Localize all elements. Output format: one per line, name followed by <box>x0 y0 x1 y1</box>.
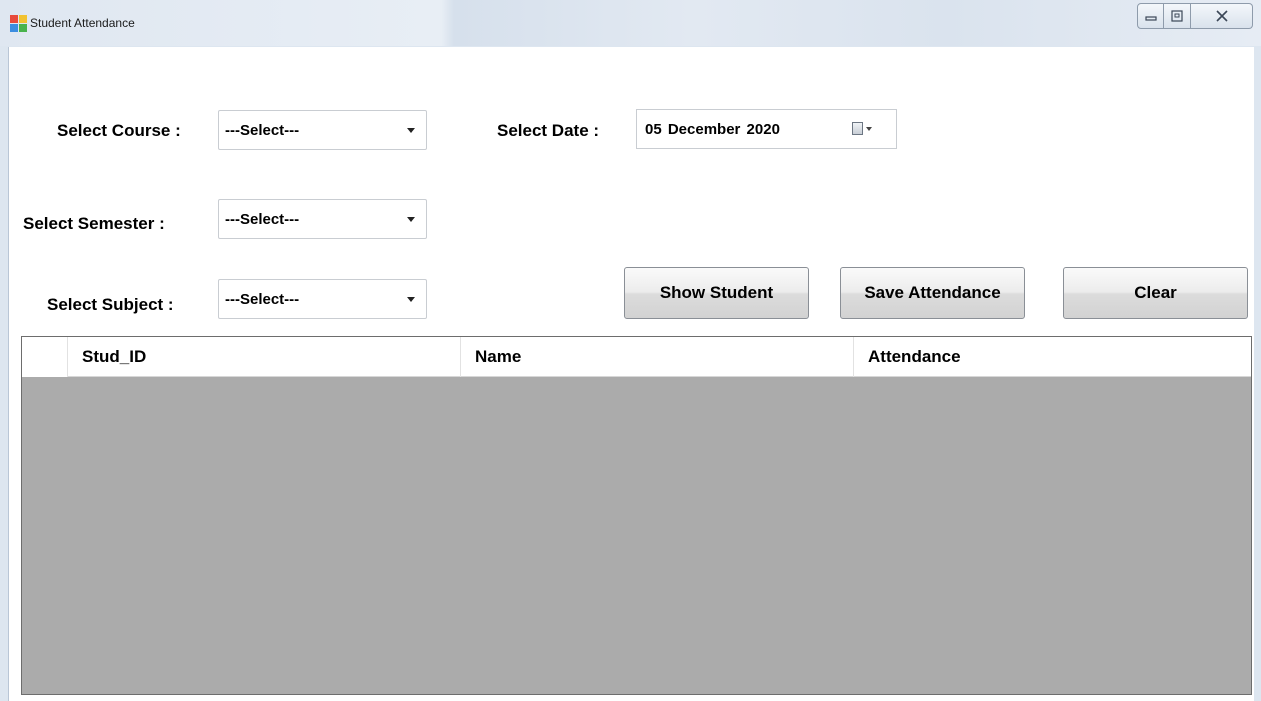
calendar-dropdown-icon[interactable] <box>852 121 874 137</box>
save-attendance-button[interactable]: Save Attendance <box>840 267 1025 319</box>
chevron-down-icon <box>407 216 415 222</box>
column-header-name[interactable]: Name <box>461 337 854 377</box>
column-header-stud-id[interactable]: Stud_ID <box>68 337 461 377</box>
grid-empty-area <box>22 378 1251 694</box>
grid-corner-cell[interactable] <box>22 337 68 377</box>
attendance-grid[interactable]: Stud_ID Name Attendance <box>21 336 1252 695</box>
title-bar[interactable]: Student Attendance <box>0 0 1261 46</box>
app-window: Student Attendance Select Course: ---Se… <box>0 0 1261 701</box>
maximize-icon <box>1171 10 1183 22</box>
course-dropdown[interactable]: ---Select--- <box>218 110 427 150</box>
show-student-button[interactable]: Show Student <box>624 267 809 319</box>
window-controls <box>1137 3 1253 32</box>
close-icon <box>1215 10 1228 22</box>
column-header-attendance[interactable]: Attendance <box>854 337 1251 377</box>
clear-button[interactable]: Clear <box>1063 267 1248 319</box>
app-icon <box>10 15 27 32</box>
subject-dropdown-value: ---Select--- <box>225 290 300 308</box>
window-title: Student Attendance <box>30 16 135 30</box>
semester-dropdown[interactable]: ---Select--- <box>218 199 427 239</box>
close-button[interactable] <box>1191 3 1253 29</box>
chevron-down-icon <box>407 127 415 133</box>
date-label: Select Date : <box>497 121 600 140</box>
date-picker[interactable]: 05 December 2020 <box>636 109 897 149</box>
date-picker-value: 05 December 2020 <box>645 120 780 138</box>
semester-label: Select Semester : <box>23 214 165 233</box>
semester-dropdown-value: ---Select--- <box>225 210 300 228</box>
course-dropdown-value: ---Select--- <box>225 121 300 139</box>
course-label: Select Course : <box>57 121 181 140</box>
subject-dropdown[interactable]: ---Select--- <box>218 279 427 319</box>
minimize-button[interactable] <box>1137 3 1164 29</box>
subject-label: Select Subject : <box>47 295 174 314</box>
chevron-down-icon <box>407 296 415 302</box>
grid-header: Stud_ID Name Attendance <box>22 337 1251 377</box>
maximize-button[interactable] <box>1164 3 1191 29</box>
minimize-icon <box>1144 16 1157 21</box>
